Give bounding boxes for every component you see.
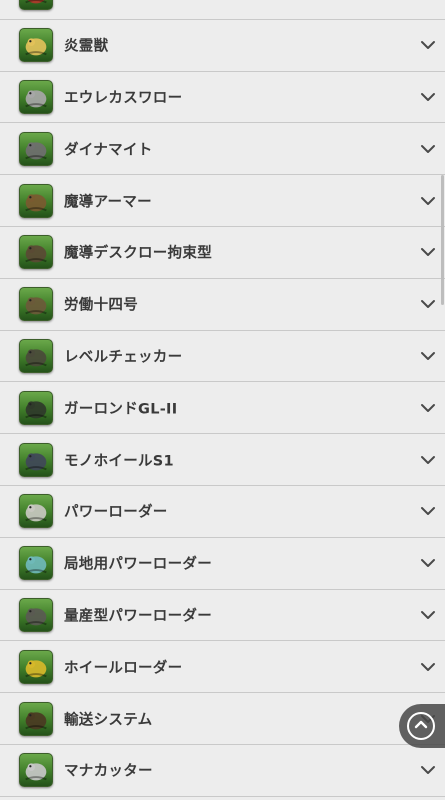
- mount-row[interactable]: 労働十四号: [0, 278, 445, 331]
- mount-name: 労働十四号: [64, 297, 138, 314]
- scroll-to-top-button[interactable]: [399, 704, 445, 748]
- wheel-loader-icon: [19, 649, 53, 684]
- magitek-armor-icon: [19, 183, 53, 218]
- mount-row[interactable]: 炎霊獣: [0, 19, 445, 72]
- chevron-down-icon[interactable]: [419, 295, 437, 313]
- garlond-bike-icon: [19, 390, 53, 425]
- mount-row[interactable]: 輸送システム: [0, 693, 445, 745]
- mass-power-loader-icon: [19, 597, 53, 632]
- transport-system-icon: [19, 701, 53, 736]
- mount-name: パワーローダー: [64, 504, 168, 521]
- red-creature-icon: [19, 0, 53, 11]
- power-loader-icon: [19, 494, 53, 529]
- mount-name: 輸送システム: [64, 712, 153, 729]
- mount-row[interactable]: ダイナマイト: [0, 123, 445, 176]
- mount-row[interactable]: ホイールローダー: [0, 641, 445, 694]
- magitek-death-claw-icon: [19, 235, 53, 270]
- scrollbar[interactable]: [441, 175, 444, 305]
- mount-row[interactable]: パワーローダー: [0, 485, 445, 538]
- mount-row[interactable]: 魔導アーマー: [0, 175, 445, 227]
- mount-name: レベルチェッカー: [64, 349, 183, 366]
- mount-row[interactable]: モノホイールS1: [0, 434, 445, 486]
- chevron-down-icon[interactable]: [419, 606, 437, 624]
- chevron-down-icon[interactable]: [419, 36, 437, 54]
- mount-row[interactable]: 局地用パワーローダー: [0, 537, 445, 590]
- chevron-up-circle-icon: [407, 712, 435, 740]
- mount-name: ガーロンドGL-II: [64, 401, 178, 418]
- monowheel-icon: [19, 442, 53, 477]
- chevron-down-icon[interactable]: [419, 554, 437, 572]
- chevron-down-icon[interactable]: [419, 243, 437, 261]
- local-power-loader-icon: [19, 546, 53, 581]
- chevron-down-icon[interactable]: [419, 88, 437, 106]
- mana-cutter-icon: [19, 753, 53, 788]
- mount-row[interactable]: マナカッター: [0, 744, 445, 797]
- worker-robot-icon: [19, 287, 53, 322]
- chevron-down-icon[interactable]: [419, 399, 437, 417]
- mount-name: ダイナマイト: [64, 142, 153, 159]
- machine-swallow-icon: [19, 79, 53, 114]
- chevron-down-icon[interactable]: [419, 0, 437, 2]
- mount-row[interactable]: 魔導デスクロー拘束型: [0, 226, 445, 279]
- mount-row[interactable]: レベルチェッカー: [0, 330, 445, 383]
- chevron-down-icon[interactable]: [419, 192, 437, 210]
- mount-name: アームストロング: [64, 0, 181, 4]
- mount-row[interactable]: アームストロング: [0, 0, 445, 20]
- chevron-down-icon[interactable]: [419, 502, 437, 520]
- mount-name: マナカッター: [64, 763, 153, 780]
- mount-name: ホイールローダー: [64, 660, 183, 677]
- mount-row[interactable]: ガーロンドGL-II: [0, 382, 445, 435]
- mount-name: 魔導アーマー: [64, 194, 152, 211]
- mount-name: 魔導デスクロー拘束型: [64, 245, 212, 262]
- flame-beast-icon: [19, 28, 53, 63]
- chevron-down-icon[interactable]: [419, 347, 437, 365]
- chevron-down-icon[interactable]: [419, 451, 437, 469]
- chevron-down-icon[interactable]: [419, 761, 437, 779]
- mount-name: エウレカスワロー: [64, 90, 183, 107]
- level-checker-icon: [19, 338, 53, 373]
- chevron-down-icon[interactable]: [419, 140, 437, 158]
- mount-list: アームストロング炎霊獣エウレカスワローダイナマイト魔導アーマー魔導デスクロー拘束…: [0, 0, 445, 797]
- mount-row[interactable]: エウレカスワロー: [0, 71, 445, 124]
- mount-name: 炎霊獣: [64, 38, 109, 55]
- mount-row[interactable]: 量産型パワーローダー: [0, 589, 445, 642]
- mount-name: 局地用パワーローダー: [64, 556, 212, 573]
- dynamite-beast-icon: [19, 131, 53, 166]
- mount-name: 量産型パワーローダー: [64, 608, 212, 625]
- chevron-down-icon[interactable]: [419, 658, 437, 676]
- mount-name: モノホイールS1: [64, 453, 174, 470]
